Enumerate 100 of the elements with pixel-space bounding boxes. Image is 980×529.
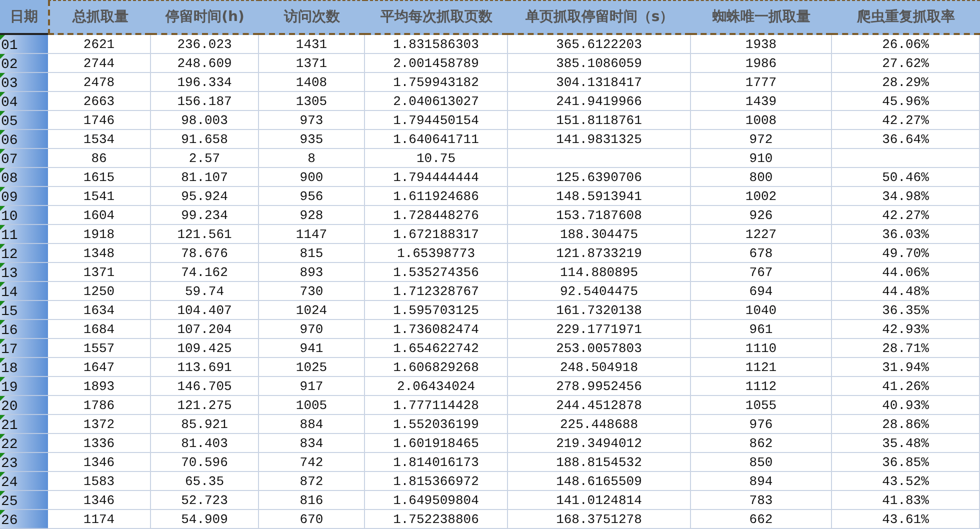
table-cell: 31.94% <box>832 358 980 377</box>
row-header[interactable]: 07 <box>0 149 48 168</box>
error-indicator-icon <box>0 225 5 230</box>
table-cell: 92.5404475 <box>508 282 691 301</box>
table-cell: 972 <box>691 130 832 149</box>
column-header[interactable]: 单页抓取停留时间（s） <box>508 0 691 35</box>
table-cell: 1.814016173 <box>365 453 508 472</box>
table-cell: 81.403 <box>151 434 259 453</box>
row-header[interactable]: 04 <box>0 92 48 111</box>
error-indicator-icon <box>0 453 5 458</box>
row-header[interactable]: 19 <box>0 377 48 396</box>
table-cell: 41.26% <box>832 377 980 396</box>
table-cell: 28.71% <box>832 339 980 358</box>
row-header[interactable]: 21 <box>0 415 48 434</box>
table-cell: 1174 <box>48 510 151 529</box>
row-header[interactable]: 22 <box>0 434 48 453</box>
row-header[interactable]: 23 <box>0 453 48 472</box>
row-number: 25 <box>1 496 18 509</box>
row-header[interactable]: 12 <box>0 244 48 263</box>
row-header[interactable]: 13 <box>0 263 48 282</box>
row-header[interactable]: 26 <box>0 510 48 529</box>
table-cell: 850 <box>691 453 832 472</box>
row-header[interactable]: 05 <box>0 111 48 130</box>
table-cell: 1938 <box>691 35 832 54</box>
table-cell: 36.85% <box>832 453 980 472</box>
row-number: 11 <box>1 230 18 243</box>
row-number: 24 <box>1 477 18 490</box>
error-indicator-icon <box>0 434 5 439</box>
table-cell: 219.3494012 <box>508 434 691 453</box>
row-header[interactable]: 17 <box>0 339 48 358</box>
table-cell: 941 <box>259 339 365 358</box>
table-cell: 1786 <box>48 396 151 415</box>
row-header[interactable]: 09 <box>0 187 48 206</box>
table-cell: 917 <box>259 377 365 396</box>
table-cell: 670 <box>259 510 365 529</box>
row-header[interactable]: 14 <box>0 282 48 301</box>
table-cell: 54.909 <box>151 510 259 529</box>
table-cell: 928 <box>259 206 365 225</box>
table-cell: 148.5913941 <box>508 187 691 206</box>
column-header[interactable]: 访问次数 <box>259 0 365 35</box>
row-header[interactable]: 20 <box>0 396 48 415</box>
row-header[interactable]: 03 <box>0 73 48 92</box>
row-header[interactable]: 25 <box>0 491 48 510</box>
table-cell: 1371 <box>48 263 151 282</box>
row-header[interactable]: 10 <box>0 206 48 225</box>
table-cell: 1746 <box>48 111 151 130</box>
table-cell: 1.552036199 <box>365 415 508 434</box>
row-header[interactable]: 16 <box>0 320 48 339</box>
table-cell: 1.535274356 <box>365 263 508 282</box>
table-cell: 385.1086059 <box>508 54 691 73</box>
row-number: 05 <box>1 116 18 129</box>
row-number: 12 <box>1 249 18 262</box>
error-indicator-icon <box>0 301 5 306</box>
table-cell: 1.672188317 <box>365 225 508 244</box>
table-cell: 2744 <box>48 54 151 73</box>
row-header[interactable]: 08 <box>0 168 48 187</box>
table-cell: 26.06% <box>832 35 980 54</box>
row-header[interactable]: 02 <box>0 54 48 73</box>
column-header[interactable]: 总抓取量 <box>48 0 151 35</box>
table-cell: 141.9831325 <box>508 130 691 149</box>
table-cell: 662 <box>691 510 832 529</box>
table-cell: 1439 <box>691 92 832 111</box>
table-cell: 1.611924686 <box>365 187 508 206</box>
table-cell: 1647 <box>48 358 151 377</box>
table-cell: 1.601918465 <box>365 434 508 453</box>
row-header[interactable]: 11 <box>0 225 48 244</box>
table-cell: 926 <box>691 206 832 225</box>
table-cell: 1025 <box>259 358 365 377</box>
table-cell: 2663 <box>48 92 151 111</box>
table-cell: 27.62% <box>832 54 980 73</box>
table-cell: 1.794450154 <box>365 111 508 130</box>
table-cell: 28.29% <box>832 73 980 92</box>
table-cell: 1777 <box>691 73 832 92</box>
error-indicator-icon <box>0 35 5 40</box>
error-indicator-icon <box>0 282 5 287</box>
row-header[interactable]: 06 <box>0 130 48 149</box>
table-cell: 970 <box>259 320 365 339</box>
row-number: 17 <box>1 344 18 357</box>
table-cell: 2.06434024 <box>365 377 508 396</box>
column-header[interactable]: 爬虫重复抓取率 <box>832 0 980 35</box>
table-cell: 113.691 <box>151 358 259 377</box>
row-number: 04 <box>1 97 18 110</box>
table-cell: 1336 <box>48 434 151 453</box>
error-indicator-icon <box>0 472 5 477</box>
table-cell: 91.658 <box>151 130 259 149</box>
row-header[interactable]: 01 <box>0 35 48 54</box>
table-cell: 935 <box>259 130 365 149</box>
table-cell: 225.448688 <box>508 415 691 434</box>
row-header[interactable]: 15 <box>0 301 48 320</box>
column-header[interactable]: 平均每次抓取页数 <box>365 0 508 35</box>
row-header[interactable]: 18 <box>0 358 48 377</box>
table-cell: 1.606829268 <box>365 358 508 377</box>
table-cell: 910 <box>691 149 832 168</box>
table-cell: 248.609 <box>151 54 259 73</box>
column-header[interactable]: 蜘蛛唯一抓取量 <box>691 0 832 35</box>
column-header[interactable]: 停留时间(h) <box>151 0 259 35</box>
table-cell: 961 <box>691 320 832 339</box>
table-cell: 1348 <box>48 244 151 263</box>
row-header[interactable]: 24 <box>0 472 48 491</box>
table-cell: 1227 <box>691 225 832 244</box>
